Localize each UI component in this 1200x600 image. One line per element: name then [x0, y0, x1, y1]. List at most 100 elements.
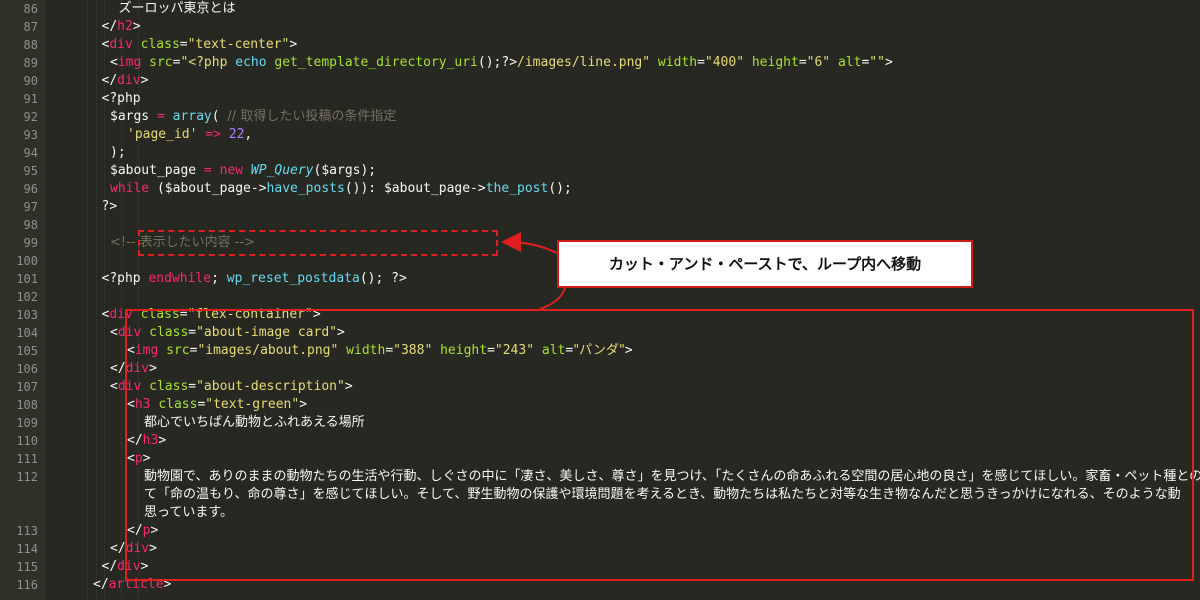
- text-content: ズーロッパ東京とは: [118, 1, 236, 16]
- tag-name: div: [109, 37, 133, 52]
- code-content: <?php: [102, 90, 141, 108]
- code-content: $about_page = new WP_Query($args);: [110, 162, 376, 180]
- code-line: 91 <?php: [0, 90, 1200, 108]
- line-number: 114: [16, 542, 38, 556]
- line-number: 103: [16, 308, 38, 322]
- line-number: 97: [23, 200, 38, 214]
- code-line: 93 'page_id' => 22,: [0, 126, 1200, 144]
- code-line: 95 $about_page = new WP_Query($args);: [0, 162, 1200, 180]
- php-delimiter: ?>: [101, 199, 118, 214]
- line-number: 111: [16, 452, 38, 466]
- line-number: 92: [23, 110, 38, 124]
- line-number: 90: [23, 74, 38, 88]
- code-line: 92 $args = array( // 取得したい投稿の条件指定: [0, 108, 1200, 126]
- keyword: while: [110, 181, 150, 196]
- code-content: <?php endwhile; wp_reset_postdata(); ?>: [102, 270, 407, 288]
- tag-name: img: [117, 55, 142, 70]
- punctuation: >: [140, 73, 149, 88]
- function-name: array: [172, 109, 212, 124]
- variable: $args: [110, 109, 150, 124]
- punctuation: [149, 109, 157, 124]
- line-number: 107: [16, 380, 38, 394]
- attribute-name: height: [751, 55, 799, 70]
- punctuation: );: [110, 145, 126, 160]
- punctuation: </: [93, 577, 109, 592]
- string-literal: "text-center": [187, 37, 290, 52]
- punctuation: <: [110, 379, 118, 394]
- punctuation: [650, 55, 658, 70]
- class-name: WP_Query: [250, 163, 314, 178]
- line-number: 113: [16, 524, 38, 538]
- code-content: while ($about_page->have_posts()): $abou…: [110, 180, 572, 198]
- function-name: the_post: [485, 181, 549, 196]
- punctuation: <: [110, 55, 118, 70]
- punctuation: <: [110, 325, 118, 340]
- punctuation: [830, 55, 838, 70]
- function-name: echo: [235, 55, 267, 70]
- punctuation: [133, 37, 141, 52]
- punctuation: =: [179, 37, 188, 52]
- code-content: ズーロッパ東京とは: [119, 0, 236, 18]
- punctuation: ()): $about_page->: [344, 181, 486, 196]
- attribute-name: src: [149, 55, 173, 70]
- code-content: <img src = "<?php echo get_template_direct…: [110, 54, 893, 72]
- php-delimiter: <?php: [101, 91, 141, 106]
- code-line: 86 ズーロッパ東京とは: [0, 0, 1200, 18]
- punctuation: ;: [211, 271, 227, 286]
- punctuation: [196, 163, 204, 178]
- line-number: 105: [16, 344, 38, 358]
- line-number: 94: [23, 146, 38, 160]
- line-number: 109: [16, 416, 38, 430]
- attribute-name: class: [140, 37, 180, 52]
- code-line: 97 ?>: [0, 198, 1200, 216]
- line-number: 108: [16, 398, 38, 412]
- string-literal: /images/line.png": [517, 55, 651, 70]
- line-number: 116: [16, 578, 38, 592]
- variable: $about_page: [110, 163, 197, 178]
- punctuation: ($about_page->: [149, 181, 267, 196]
- string-literal: 'page_id': [127, 127, 198, 142]
- code-content: );: [110, 144, 126, 162]
- function-name: wp_reset_postdata: [226, 271, 360, 286]
- line-number: 96: [23, 182, 38, 196]
- attribute-name: get_template_directory_uri: [274, 55, 478, 70]
- line-number: 91: [23, 92, 38, 106]
- punctuation: ();?>: [477, 55, 518, 70]
- code-content: $args = array( // 取得したい投稿の条件指定: [110, 108, 396, 126]
- punctuation: [243, 163, 251, 178]
- punctuation: (); ?>: [359, 271, 407, 286]
- punctuation: [221, 127, 229, 142]
- punctuation: >: [884, 55, 893, 70]
- punctuation: =: [697, 55, 705, 70]
- php-delimiter: <?php: [101, 271, 149, 286]
- tag-name: h2: [117, 19, 133, 34]
- code-line: 89 <img src = "<?php echo get_template_dire…: [0, 54, 1200, 72]
- code-line: 87 </h2>: [0, 18, 1200, 36]
- line-number: 93: [23, 128, 38, 142]
- code-content: ?>: [102, 198, 118, 216]
- punctuation: </: [110, 361, 126, 376]
- punctuation: [744, 55, 752, 70]
- punctuation: </: [110, 541, 126, 556]
- keyword: endwhile: [148, 271, 212, 286]
- line-number: 100: [16, 254, 38, 268]
- line-number: 89: [23, 56, 38, 70]
- line-number: 101: [16, 272, 38, 286]
- callout-note: カット・アンド・ペーストで、ループ内へ移動: [557, 240, 973, 288]
- number-literal: 22: [228, 127, 245, 142]
- string-literal: "": [869, 55, 885, 70]
- line-number: 99: [23, 236, 38, 250]
- line-number: 88: [23, 38, 38, 52]
- punctuation: ,: [244, 127, 253, 142]
- punctuation: >: [289, 37, 298, 52]
- punctuation: </: [101, 73, 118, 88]
- code-content: </h2>: [102, 18, 141, 36]
- code-content: </div>: [102, 72, 149, 90]
- string-literal: "6": [806, 55, 831, 70]
- tag-name: div: [117, 73, 141, 88]
- string-literal: "<?php: [180, 55, 236, 70]
- line-number: 106: [16, 362, 38, 376]
- punctuation: (: [211, 109, 228, 124]
- punctuation: >: [132, 19, 141, 34]
- code-line: 88 <div class="text-center">: [0, 36, 1200, 54]
